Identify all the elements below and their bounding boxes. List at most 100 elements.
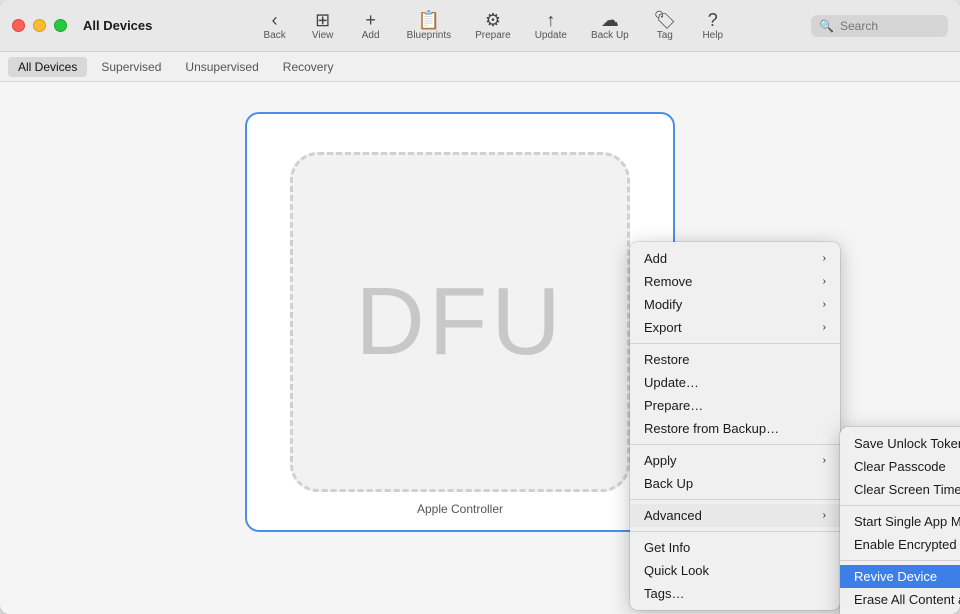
toolbar-blueprints[interactable]: 📋 Blueprints [395,7,463,45]
tab-supervised[interactable]: Supervised [91,57,171,77]
submenu-item-save-unlock-token[interactable]: Save Unlock Token [840,432,960,455]
help-label: Help [702,30,723,41]
menu-item-backup-label: Back Up [644,476,693,491]
device-dfu-display: DFU [290,152,630,492]
menu-item-restore-label: Restore [644,352,690,367]
submenu-advanced: Save Unlock Token Clear Passcode Clear S… [840,427,960,614]
traffic-lights [12,19,67,32]
submenu-item-erase-all-content[interactable]: Erase All Content and Settings [840,588,960,611]
search-box[interactable]: 🔍 [811,15,948,37]
menu-item-modify-label: Modify [644,297,682,312]
toolbar-tag[interactable]: 🏷 Tag [641,7,689,45]
main-content: DFU Apple Controller Add › Remove › Modi… [0,82,960,614]
submenu-item-revive-device-label: Revive Device [854,569,937,584]
toolbar-update[interactable]: ↑ Update [523,7,579,45]
toolbar-view[interactable]: ⊞ View [299,7,347,45]
submenu-item-start-single-app-mode-label: Start Single App Mode… [854,514,960,529]
blueprints-label: Blueprints [407,30,451,41]
menu-item-advanced[interactable]: Advanced › [630,504,840,527]
menu-item-quick-look[interactable]: Quick Look [630,559,840,582]
tab-unsupervised[interactable]: Unsupervised [175,57,268,77]
tag-icon: 🏷 [653,11,676,29]
submenu-item-enable-encrypted-backups-label: Enable Encrypted Backups… [854,537,960,552]
help-icon: ? [708,11,718,29]
tab-recovery[interactable]: Recovery [273,57,344,77]
device-card[interactable]: DFU Apple Controller [245,112,675,532]
menu-item-export[interactable]: Export › [630,316,840,339]
menu-item-advanced-label: Advanced [644,508,702,523]
device-name-label: Apple Controller [417,502,503,516]
menu-item-get-info[interactable]: Get Info [630,536,840,559]
menu-arrow-export: › [823,322,826,333]
submenu-item-erase-all-content-label: Erase All Content and Settings [854,592,960,607]
separator-4 [630,531,840,532]
submenu-item-clear-passcode-label: Clear Passcode [854,459,946,474]
view-icon: ⊞ [315,11,330,29]
toolbar-add[interactable]: + Add [347,7,395,45]
submenu-separator-2 [840,560,960,561]
menu-arrow-remove: › [823,276,826,287]
toolbar-help[interactable]: ? Help [689,7,737,45]
submenu-separator-1 [840,505,960,506]
menu-item-remove-label: Remove [644,274,692,289]
back-icon: ‹ [272,11,278,29]
menu-item-update-label: Update… [644,375,699,390]
prepare-label: Prepare [475,30,511,41]
menu-arrow-modify: › [823,299,826,310]
tag-label: Tag [657,30,673,41]
menu-item-backup[interactable]: Back Up [630,472,840,495]
menu-item-add-label: Add [644,251,667,266]
context-menu: Add › Remove › Modify › Export › Restore… [630,242,840,610]
backup-icon: ☁ [601,11,619,29]
menu-item-apply[interactable]: Apply › [630,449,840,472]
update-label: Update [535,30,567,41]
tabbar: All Devices Supervised Unsupervised Reco… [0,52,960,82]
main-window: All Devices ‹ Back ⊞ View + Add 📋 Bluepr… [0,0,960,614]
menu-item-update[interactable]: Update… [630,371,840,394]
search-icon: 🔍 [819,19,834,33]
separator-1 [630,343,840,344]
view-label: View [312,30,334,41]
menu-item-add[interactable]: Add › [630,247,840,270]
dfu-label: DFU [355,267,564,377]
submenu-item-enable-encrypted-backups[interactable]: Enable Encrypted Backups… [840,533,960,556]
submenu-item-save-unlock-token-label: Save Unlock Token [854,436,960,451]
menu-item-modify[interactable]: Modify › [630,293,840,316]
close-button[interactable] [12,19,25,32]
update-icon: ↑ [546,11,555,29]
window-title: All Devices [83,18,152,33]
menu-item-restore-backup[interactable]: Restore from Backup… [630,417,840,440]
toolbar-prepare[interactable]: ⚙ Prepare [463,7,523,45]
back-label: Back [264,30,286,41]
submenu-item-clear-passcode[interactable]: Clear Passcode [840,455,960,478]
minimize-button[interactable] [33,19,46,32]
toolbar-backup[interactable]: ☁ Back Up [579,7,641,45]
menu-arrow-apply: › [823,455,826,466]
backup-label: Back Up [591,30,629,41]
menu-item-export-label: Export [644,320,682,335]
titlebar: All Devices ‹ Back ⊞ View + Add 📋 Bluepr… [0,0,960,52]
blueprints-icon: 📋 [418,11,440,29]
search-input[interactable] [840,19,940,33]
add-icon: + [365,11,376,29]
menu-item-apply-label: Apply [644,453,677,468]
add-label: Add [362,30,380,41]
menu-item-quick-look-label: Quick Look [644,563,709,578]
submenu-item-revive-device[interactable]: Revive Device [840,565,960,588]
menu-item-restore[interactable]: Restore [630,348,840,371]
submenu-item-clear-screen-time-passcode[interactable]: Clear Screen Time Passcode [840,478,960,501]
tab-all-devices[interactable]: All Devices [8,57,87,77]
menu-item-prepare[interactable]: Prepare… [630,394,840,417]
submenu-item-start-single-app-mode[interactable]: Start Single App Mode… [840,510,960,533]
menu-item-remove[interactable]: Remove › [630,270,840,293]
menu-item-tags[interactable]: Tags… [630,582,840,605]
prepare-icon: ⚙ [485,11,501,29]
toolbar-back[interactable]: ‹ Back [251,7,299,45]
separator-3 [630,499,840,500]
separator-2 [630,444,840,445]
menu-item-tags-label: Tags… [644,586,684,601]
menu-arrow-advanced: › [823,510,826,521]
submenu-item-clear-screen-time-passcode-label: Clear Screen Time Passcode [854,482,960,497]
fullscreen-button[interactable] [54,19,67,32]
menu-item-get-info-label: Get Info [644,540,690,555]
